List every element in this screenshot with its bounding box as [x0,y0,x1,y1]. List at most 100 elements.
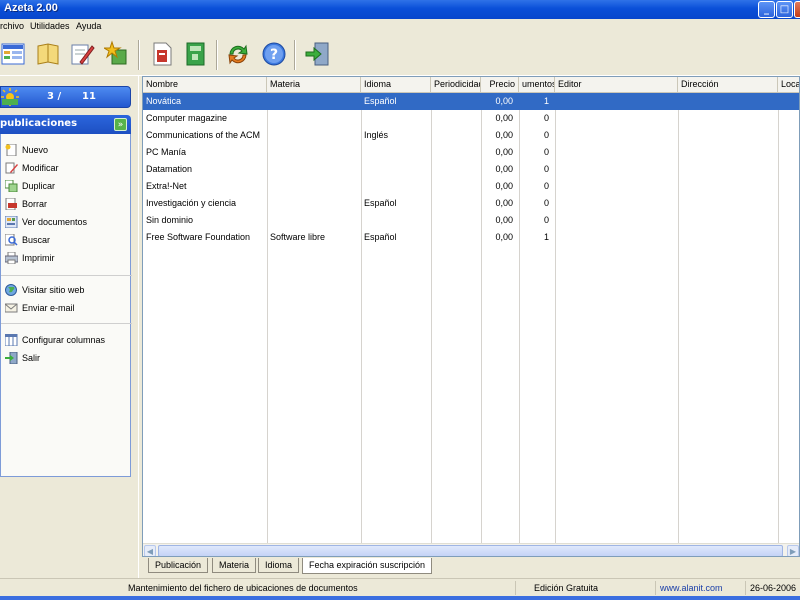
action-configurar-columnas[interactable]: Configurar columnas [4,333,127,348]
cell-nombre: Sin dominio [146,215,194,225]
table-row[interactable]: Extra!-Net 0,00 0 [143,178,799,195]
table-row[interactable]: Sin dominio 0,00 0 [143,212,799,229]
cell-idioma [361,212,431,229]
scroll-right-arrow-icon[interactable]: ▶ [787,545,799,556]
publications-table: Nombre Materia Idioma Periodicidad Preci… [142,76,800,557]
cell-materia [267,195,361,212]
status-website-link[interactable]: www.alanit.com [655,581,745,595]
cell-documentos: 0 [543,198,549,208]
action-buscar[interactable]: Buscar [4,233,127,248]
column-header-documentos[interactable]: umentos [519,77,555,93]
delete-icon [5,197,18,211]
toolbar-separator [294,40,296,70]
action-visitar-sitio-web[interactable]: Visitar sitio web [5,284,127,298]
cell-materia [267,212,361,229]
menu-utilidades[interactable]: Utilidades [30,21,70,31]
column-header-materia[interactable]: Materia [267,77,361,93]
grid-view-icon[interactable] [0,40,28,68]
green-book-icon[interactable] [182,40,210,68]
maximize-button[interactable]: □ [776,1,793,18]
new-document-icon [5,143,18,157]
action-imprimir[interactable]: Imprimir [4,251,127,266]
table-row[interactable]: Free Software Foundation Software libre Es… [143,229,799,246]
action-enviar-email[interactable]: Enviar e-mail [4,302,127,316]
publicaciones-header[interactable]: publicaciones » [0,115,131,134]
column-header-editor[interactable]: Editor [555,77,678,93]
cell-documentos: 0 [543,130,549,140]
separator [1,275,132,276]
cell-periodicidad [431,110,481,127]
cell-periodicidad [431,212,481,229]
collapse-chevron-icon[interactable]: » [114,118,127,131]
column-header-localidad[interactable]: Loca [778,77,799,93]
panel-title: publicaciones [0,118,78,129]
svg-text:?: ? [270,47,278,63]
table-row[interactable]: Datamation 0,00 0 [143,161,799,178]
action-ver-documentos[interactable]: Ver documentos [4,215,127,230]
cell-nombre: Investigación y ciencia [146,198,237,208]
action-duplicar[interactable]: Duplicar [4,179,127,194]
action-borrar[interactable]: Borrar [5,197,127,212]
cell-materia: Software libre [270,232,326,242]
cell-idioma [361,110,431,127]
cell-nombre: PC Manía [146,147,187,157]
table-row[interactable]: PC Manía 0,00 0 [143,144,799,161]
cell-idioma [361,178,431,195]
duplicate-icon [4,179,18,193]
cell-idioma: Inglés [364,130,389,140]
scroll-left-arrow-icon[interactable]: ◀ [144,545,156,556]
refresh-arrows-icon[interactable] [224,40,252,68]
horizontal-scrollbar[interactable]: ◀ ▶ [143,543,799,556]
menu-ayuda[interactable]: Ayuda [76,21,101,31]
printer-icon [4,251,19,265]
edit-icon [5,162,18,174]
document-icon[interactable] [148,40,176,68]
table-row[interactable]: Novática Español 0,00 1 [143,93,799,110]
column-header-periodicidad[interactable]: Periodicidad [431,77,481,93]
menu-archivo[interactable]: rchivo [0,21,24,31]
table-header: Nombre Materia Idioma Periodicidad Preci… [143,77,799,93]
minimize-button[interactable]: _ [758,1,775,18]
action-salir[interactable]: Salir [5,351,127,366]
cell-periodicidad [431,127,481,144]
status-bar: Mantenimiento del fichero de ubicaciones… [0,578,800,596]
cell-idioma: Español [364,232,397,242]
cell-nombre: Novática [146,96,182,106]
table-row[interactable]: Investigación y ciencia Español 0,00 0 [143,195,799,212]
title-bar: Azeta 2.00 _ □ [0,0,800,19]
tab-fecha-expiracion[interactable]: Fecha expiración suscripción [302,558,433,574]
record-navigator[interactable]: 3 / 11 [0,86,131,108]
book-icon[interactable] [34,40,62,68]
tab-idioma[interactable]: Idioma [258,558,300,573]
toolbar: ? [0,34,800,76]
column-header-precio[interactable]: Precio [481,77,519,93]
close-button[interactable] [794,1,800,18]
tab-materia[interactable]: Materia [212,558,257,573]
cell-documentos: 0 [543,215,549,225]
tab-publicacion[interactable]: Publicación [148,558,209,573]
table-row[interactable]: Communications of the ACM Inglés 0,00 0 [143,127,799,144]
edit-pencil-icon[interactable] [68,40,96,68]
cell-precio: 0,00 [495,147,513,157]
action-nuevo[interactable]: Nuevo [5,143,127,158]
status-edition: Edición Gratuita [515,581,655,595]
column-header-idioma[interactable]: Idioma [361,77,431,93]
exit-door-icon[interactable] [304,40,332,68]
cell-precio: 0,00 [495,130,513,140]
column-header-direccion[interactable]: Dirección [678,77,778,93]
columns-icon [4,333,18,347]
column-header-nombre[interactable]: Nombre [143,77,267,93]
cell-materia [267,93,361,110]
cell-idioma [361,144,431,161]
table-row[interactable]: Computer magazine 0,00 0 [143,110,799,127]
help-question-icon[interactable]: ? [260,40,288,68]
action-modificar[interactable]: Modificar [5,162,127,176]
cell-nombre: Communications of the ACM [146,130,261,140]
window-title: Azeta 2.00 [4,2,58,14]
sparkle-star-icon[interactable] [102,40,132,68]
cell-documentos: 0 [543,181,549,191]
scroll-thumb[interactable] [158,545,783,556]
cell-documentos: 1 [543,96,549,106]
cell-periodicidad [431,229,481,246]
cell-materia [267,161,361,178]
